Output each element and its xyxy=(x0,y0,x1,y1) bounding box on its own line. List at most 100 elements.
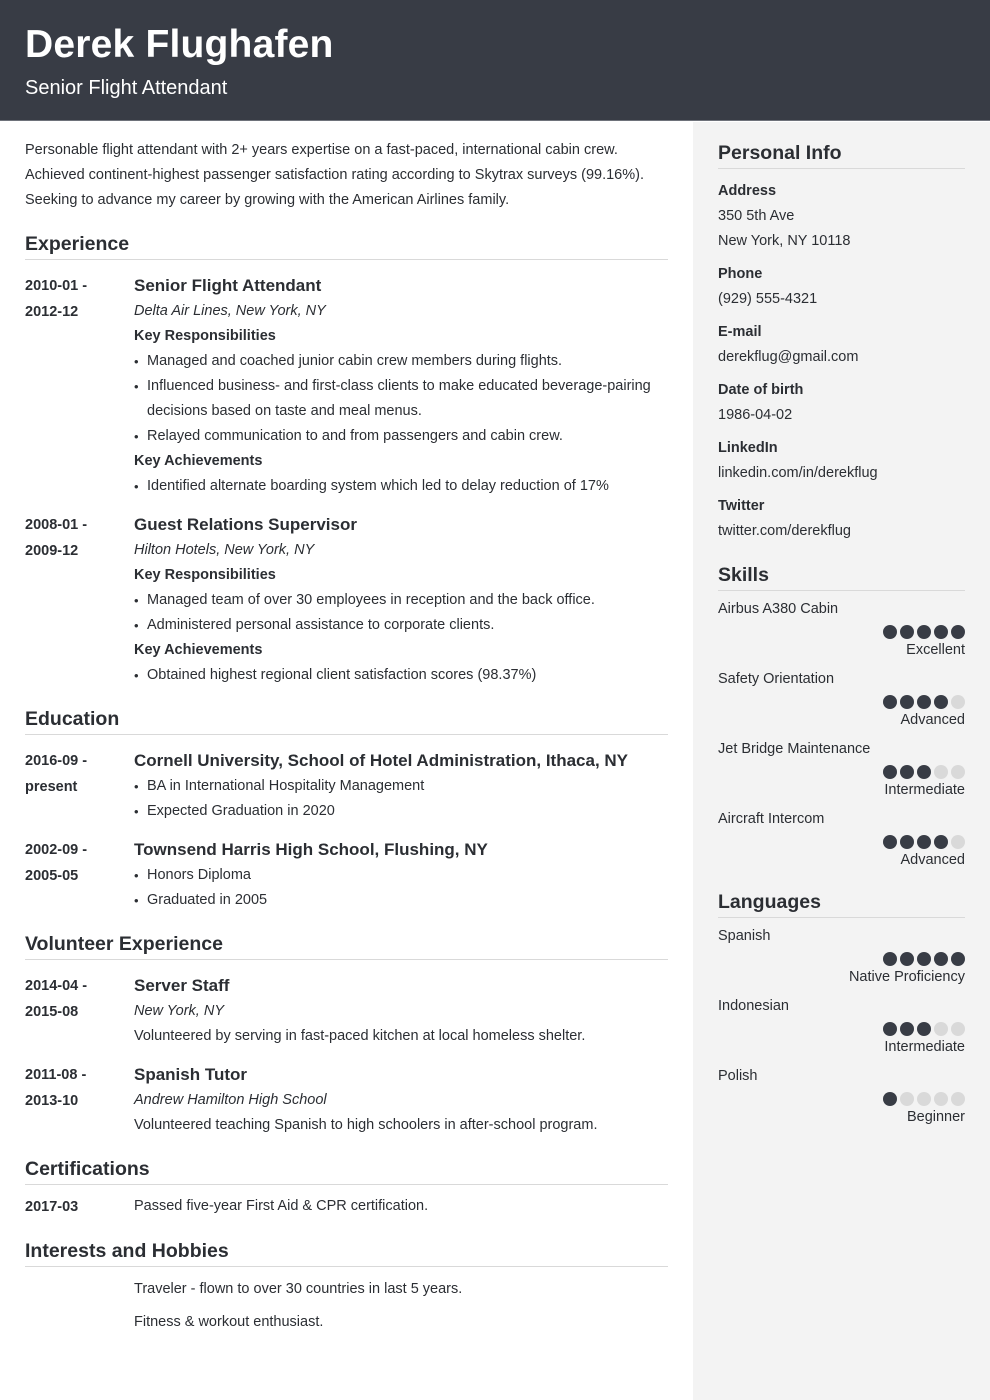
organization: Andrew Hamilton High School xyxy=(134,1092,327,1108)
address-label: Address xyxy=(718,183,777,199)
dob-label: Date of birth xyxy=(718,382,804,398)
language-item: Indonesian Intermediate xyxy=(718,994,965,1058)
rating-dot-filled xyxy=(883,1022,897,1036)
section-title: Languages xyxy=(718,891,965,918)
rating-dots xyxy=(718,625,965,639)
hobby-item: Traveler - flown to over 30 countries in… xyxy=(134,1281,463,1297)
skill-item-level: Advanced xyxy=(900,852,966,868)
rating-dot-filled xyxy=(883,765,897,779)
rating-dot-filled xyxy=(917,952,931,966)
section-title: Personal Info xyxy=(718,142,965,169)
responsibilities-label: Key Responsibilities xyxy=(134,567,276,583)
skill-item-name: Jet Bridge Maintenance xyxy=(718,741,871,757)
section-title: Education xyxy=(25,708,668,735)
language-item-level: Native Proficiency xyxy=(848,969,965,985)
experience-section: Experience 2010-01 - 2012-12 Senior Flig… xyxy=(25,233,668,688)
rating-dot-empty xyxy=(934,1022,948,1036)
rating-dot-empty xyxy=(951,765,965,779)
description: Volunteered by serving in fast-paced kit… xyxy=(134,1028,586,1044)
summary-line: Achieved continent-highest passenger sat… xyxy=(25,167,644,183)
rating-dot-filled xyxy=(951,625,965,639)
rating-dot-filled xyxy=(934,952,948,966)
date-end: 2015-08 xyxy=(25,1004,79,1020)
twitter-label: Twitter xyxy=(718,498,765,514)
date-start: 2011-08 - xyxy=(25,1067,87,1083)
rating-dot-empty xyxy=(917,1092,931,1106)
job-title: Guest Relations Supervisor xyxy=(134,515,357,534)
date-start: 2010-01 - xyxy=(25,278,88,294)
phone-label: Phone xyxy=(718,266,763,282)
rating-dot-empty xyxy=(934,765,948,779)
linkedin-link[interactable]: linkedin.com/in/derekflug xyxy=(718,461,965,486)
summary-line: Personable flight attendant with 2+ year… xyxy=(25,142,618,158)
responsibilities-label: Key Responsibilities xyxy=(134,328,276,344)
date-end: 2009-12 xyxy=(25,543,79,559)
rating-dot-filled xyxy=(917,695,931,709)
certification-date: 2017-03 xyxy=(25,1199,79,1215)
rating-dot-filled xyxy=(900,695,914,709)
description: Volunteered teaching Spanish to high sch… xyxy=(134,1117,598,1133)
linkedin-label: LinkedIn xyxy=(718,440,778,456)
rating-dot-filled xyxy=(934,625,948,639)
section-title: Experience xyxy=(25,233,668,260)
date-start: 2014-04 - xyxy=(25,978,88,994)
list-item: Honors Diploma xyxy=(134,863,668,888)
language-item-name: Polish xyxy=(718,1068,758,1084)
role-title: Server Staff xyxy=(134,976,230,995)
languages-section: Languages Spanish Native Proficiency Indon… xyxy=(718,891,965,1128)
language-item-name: Indonesian xyxy=(718,998,789,1014)
rating-dot-filled xyxy=(951,952,965,966)
date-start: 2008-01 - xyxy=(25,517,88,533)
date-end: 2005-05 xyxy=(25,868,79,884)
entry-dates: 2016-09 - present xyxy=(25,747,134,824)
volunteer-entry: 2011-08 - 2013-10 Spanish Tutor Andrew H… xyxy=(25,1061,668,1138)
interests-section: Interests and Hobbies Traveler - flown t… xyxy=(25,1240,668,1335)
rating-dot-filled xyxy=(883,952,897,966)
summary-line: Seeking to advance my career by growing … xyxy=(25,192,510,208)
date-start: 2016-09 - xyxy=(25,753,88,769)
company: Delta Air Lines, New York, NY xyxy=(134,303,326,319)
candidate-name: Derek Flughafen xyxy=(25,23,334,66)
languages-list: Spanish Native Proficiency Indonesian Inter… xyxy=(718,924,965,1128)
list-item: Relayed communication to and from passen… xyxy=(134,424,668,449)
rating-dot-filled xyxy=(900,835,914,849)
email-value[interactable]: derekflug@gmail.com xyxy=(718,345,965,370)
rating-dots xyxy=(718,1092,965,1106)
twitter-link[interactable]: twitter.com/derekflug xyxy=(718,519,965,544)
list-item: Expected Graduation in 2020 xyxy=(134,799,668,824)
resume-header: Derek Flughafen Senior Flight Attendant xyxy=(0,0,990,121)
rating-dot-filled xyxy=(900,625,914,639)
list-item: Administered personal assistance to corp… xyxy=(134,613,668,638)
volunteer-entry: 2014-04 - 2015-08 Server Staff New York,… xyxy=(25,972,668,1049)
skill-item-level: Excellent xyxy=(906,642,965,658)
list-item: Influenced business- and first-class cli… xyxy=(134,374,668,424)
achievements-list: Obtained highest regional client satisfa… xyxy=(134,663,668,688)
entry-dates: 2014-04 - 2015-08 xyxy=(25,972,134,1049)
achievements-label: Key Achievements xyxy=(134,453,263,469)
entry-dates: 2008-01 - 2009-12 xyxy=(25,511,134,688)
rating-dot-filled xyxy=(900,765,914,779)
school-name: Townsend Harris High School, Flushing, N… xyxy=(134,840,488,859)
organization: New York, NY xyxy=(134,1003,224,1019)
education-entry: 2016-09 - present Cornell University, Sc… xyxy=(25,747,668,824)
rating-dot-filled xyxy=(917,835,931,849)
responsibilities-list: Managed team of over 30 employees in rec… xyxy=(134,588,668,638)
address-line-2: New York, NY 10118 xyxy=(718,233,851,249)
email-label: E-mail xyxy=(718,324,762,340)
rating-dot-empty xyxy=(951,1092,965,1106)
phone-value: (929) 555-4321 xyxy=(718,291,818,307)
language-item-level: Beginner xyxy=(906,1109,965,1125)
list-item: Obtained highest regional client satisfa… xyxy=(134,663,668,688)
responsibilities-list: Managed and coached junior cabin crew me… xyxy=(134,349,668,449)
skill-item: Airbus A380 Cabin Excellent xyxy=(718,597,965,661)
rating-dots xyxy=(718,765,965,779)
rating-dot-filled xyxy=(917,625,931,639)
rating-dot-filled xyxy=(917,1022,931,1036)
sidebar: Personal Info Address 350 5th Ave New Yo… xyxy=(693,122,990,1400)
rating-dot-filled xyxy=(917,765,931,779)
section-title: Certifications xyxy=(25,1158,668,1185)
education-details: BA in International Hospitality Manageme… xyxy=(134,774,668,824)
section-title: Volunteer Experience xyxy=(25,933,668,960)
company: Hilton Hotels, New York, NY xyxy=(134,542,315,558)
rating-dot-empty xyxy=(951,1022,965,1036)
